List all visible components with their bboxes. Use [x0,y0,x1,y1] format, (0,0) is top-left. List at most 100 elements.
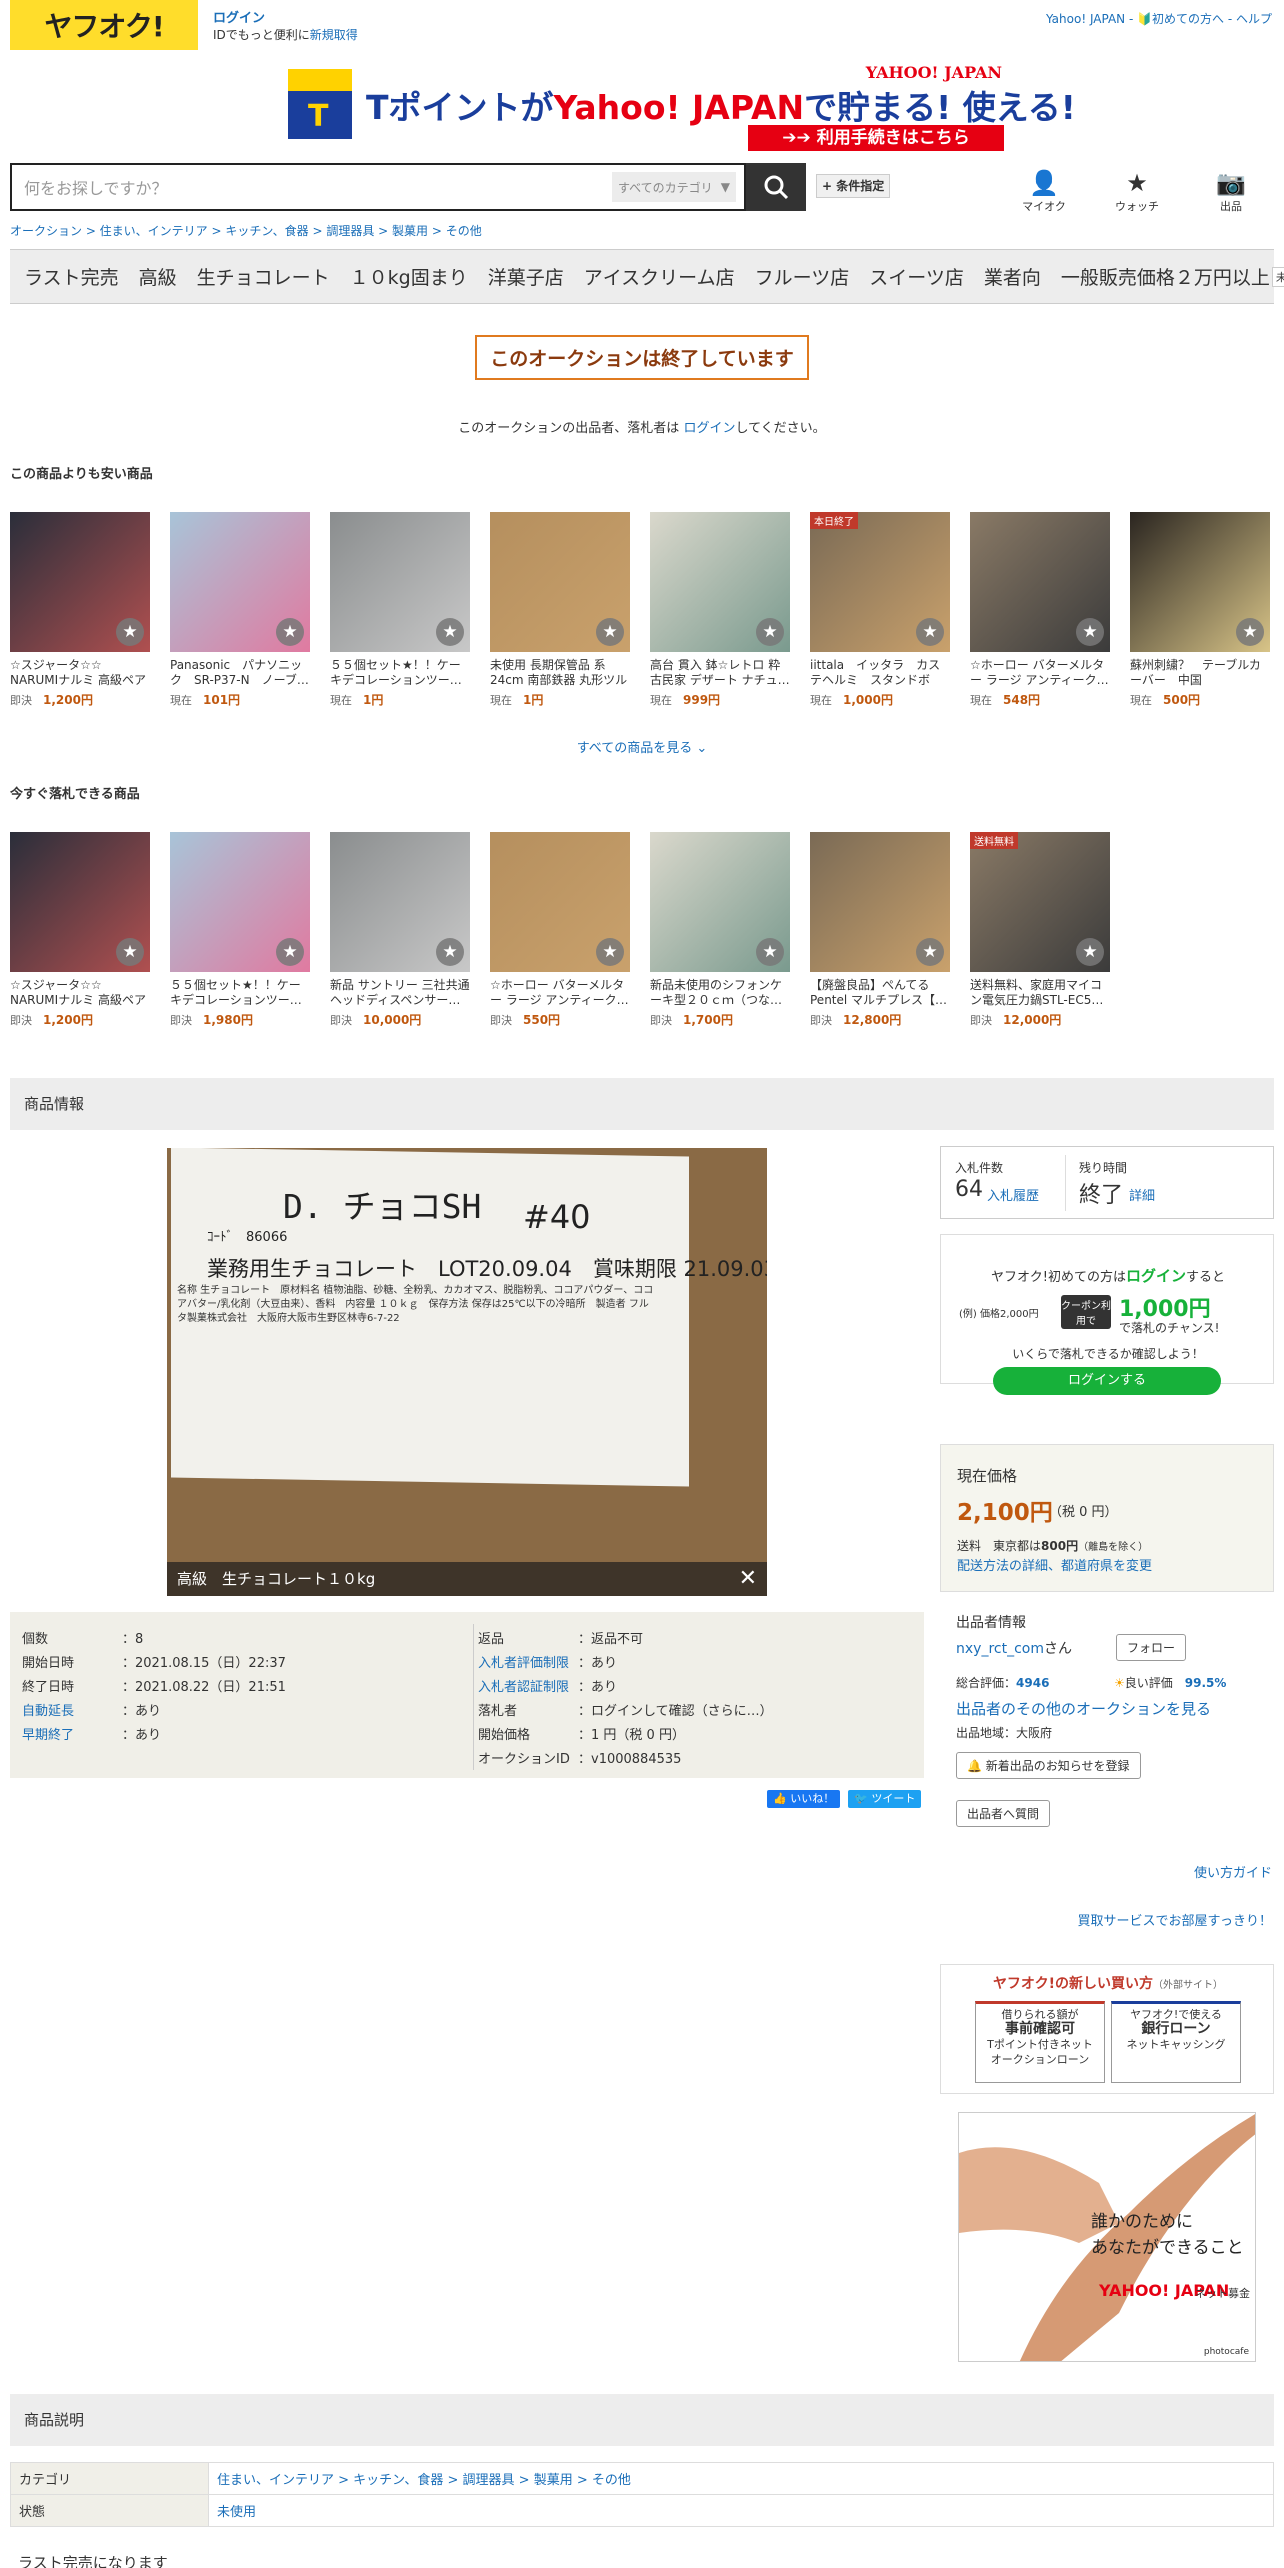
notify-button[interactable]: 🔔 新着出品のお知らせを登録 [956,1752,1141,1779]
yahuoku-logo[interactable]: ヤフオク! [10,0,198,50]
tag-item[interactable]: 洋菓子店 [488,263,564,290]
product-thumbnail[interactable]: ★ [170,832,310,972]
watch-star-icon[interactable]: ★ [116,938,144,966]
seller-others-link[interactable]: 出品者のその他のオークションを見る [956,1698,1211,1719]
bid-history-link[interactable]: 入札履歴 [987,1185,1039,1204]
watch-star-icon[interactable]: ★ [756,938,784,966]
product-card[interactable]: ★ 未使用 長期保管品 系24cm 南部鉄器 丸形ツル付… 現在 1円 [490,512,630,708]
breadcrumb[interactable]: オークション > 住まい、インテリア > キッチン、食器 > 調理器具 > 製菓… [10,222,482,239]
detail-key[interactable]: 自動延長 [22,1700,122,1719]
watch-star-icon[interactable]: ★ [276,618,304,646]
product-name[interactable]: 新品 サントリー 三社共通ヘッドディスペンサー… [330,978,470,1008]
state-value[interactable]: 未使用 [208,2494,1274,2527]
product-name[interactable]: ５５個セット★！！ケーキデコレーションツー… [330,658,470,688]
product-thumbnail[interactable]: ★ [650,512,790,652]
follow-button[interactable]: フォロー [1116,1634,1187,1661]
tag-item[interactable]: 一般販売価格２万円以上 [1061,263,1270,290]
product-name[interactable]: 【廃盤良品】ぺんてる Pentel マルチプレス【… [810,978,950,1008]
product-name[interactable]: ☆ホーロー バターメルター ラージ アンティーク… [490,978,630,1008]
tag-item[interactable]: 業者向 [984,263,1041,290]
product-name[interactable]: 蘇州刺繍？ テーブルカーバー 中国 [1130,658,1270,688]
watch-star-icon[interactable]: ★ [756,618,784,646]
login-link-inline[interactable]: ログイン [683,421,735,436]
product-name[interactable]: Panasonic パナソニック SR-P37-N ノーブ… [170,658,310,688]
product-thumbnail[interactable]: 本日終了 ★ [810,512,950,652]
product-card[interactable]: ★ ☆ホーロー バターメルター ラージ アンティーク… 即決 550円 [490,832,630,1028]
product-thumbnail[interactable]: ★ [170,512,310,652]
product-name[interactable]: 新品未使用のシフォンケーキ型２０ｃｍ（つな… [650,978,790,1008]
tag-item[interactable]: アイスクリーム店 [584,263,735,290]
product-card[interactable]: ★ 蘇州刺繍？ テーブルカーバー 中国 現在 500円 [1130,512,1270,708]
product-thumbnail[interactable]: ★ [970,512,1110,652]
category-select[interactable]: すべてのカテゴリ ▼ [612,172,736,202]
product-thumbnail[interactable]: ★ [330,512,470,652]
tag-item[interactable]: 生チョコレート [197,263,330,290]
product-card[interactable]: ★ ５５個セット★！！ケーキデコレーションツー… 即決 1,980円 [170,832,310,1028]
product-card[interactable]: ★ 新品未使用のシフォンケーキ型２０ｃｍ（つな… 即決 1,700円 [650,832,790,1028]
banner-cta[interactable]: ➔➔ 利用手続きはこちら [748,125,1004,151]
tag-item[interactable]: フルーツ店 [755,263,850,290]
detail-key[interactable]: 早期終了 [22,1724,122,1743]
product-card[interactable]: ★ ５５個セット★！！ケーキデコレーションツー… 現在 1円 [330,512,470,708]
detail-key[interactable]: 入札者評価制限 [478,1652,578,1671]
product-thumbnail[interactable]: ★ [650,832,790,972]
category-value[interactable]: 住まい、インテリア > キッチン、食器 > 調理器具 > 製菓用 > その他 [208,2462,1274,2495]
product-thumbnail[interactable]: ★ [490,832,630,972]
product-card[interactable]: ★ ☆スジャータ☆☆ NARUMIナルミ 高級ペアスー… 即決 1,200円 [10,512,150,708]
product-name[interactable]: iittala イッタラ カステヘルミ スタンドボー… [810,658,950,688]
watch-star-icon[interactable]: ★ [276,938,304,966]
product-name[interactable]: 高台 貫入 鉢☆レトロ 粋古民家 デザート ナチュ… [650,658,790,688]
watch-star-icon[interactable]: ★ [116,618,144,646]
main-product-image[interactable]: D. チョコSH #40 ｺｰﾄﾞ 86066 業務用生チョコレート LOT20… [167,1148,767,1596]
product-card[interactable]: 本日終了 ★ iittala イッタラ カステヘルミ スタンドボー… 現在 1,000… [810,512,950,708]
tag-item[interactable]: １０kg固まり [350,263,468,290]
product-card[interactable]: ★ 新品 サントリー 三社共通ヘッドディスペンサー… 即決 10,000円 [330,832,470,1028]
detail-link[interactable]: 詳細 [1129,1185,1155,1204]
seller-name-link[interactable]: nxy_rct_com [956,1641,1044,1657]
watch-star-icon[interactable]: ★ [436,618,464,646]
search-input[interactable]: 何をお探しですか？ [12,175,612,199]
mypage-button[interactable]: 👤 マイオク [1014,168,1074,214]
product-card[interactable]: ★ Panasonic パナソニック SR-P37-N ノーブ… 現在 101円 [170,512,310,708]
register-link[interactable]: 新規取得 [310,28,358,42]
tag-item[interactable]: 高級 [139,263,177,290]
sell-button[interactable]: 📷 出品 [1201,168,1261,214]
watch-star-icon[interactable]: ★ [916,938,944,966]
watch-star-icon[interactable]: ★ [1236,618,1264,646]
login-link[interactable]: ログイン [213,10,358,27]
product-card[interactable]: ★ 高台 貫入 鉢☆レトロ 粋古民家 デザート ナチュ… 現在 999円 [650,512,790,708]
product-thumbnail[interactable]: 送料無料 ★ [970,832,1110,972]
product-name[interactable]: ☆スジャータ☆☆ NARUMIナルミ 高級ペアスー… [10,978,150,1008]
close-icon[interactable]: ✕ [739,1562,757,1596]
detail-key[interactable]: 入札者認証制限 [478,1676,578,1695]
bank-loan-card[interactable]: ヤフオク!で使える 銀行ローン ネットキャッシング [1111,2001,1241,2083]
search-box[interactable]: 何をお探しですか？ すべてのカテゴリ ▼ [10,163,746,211]
tweet-button[interactable]: 🐦 ツイート [848,1790,922,1808]
product-thumbnail[interactable]: ★ [490,512,630,652]
product-name[interactable]: ☆ホーロー バターメルター ラージ アンティーク… [970,658,1110,688]
buyservice-link[interactable]: 買取サービスでお部屋すっきり！ [1078,1910,1272,1929]
product-card[interactable]: ★ ☆スジャータ☆☆ NARUMIナルミ 高級ペアスー… 即決 1,200円 [10,832,150,1028]
like-button[interactable]: 👍 いいね！ [767,1790,841,1808]
product-thumbnail[interactable]: ★ [330,832,470,972]
product-name[interactable]: ５５個セット★！！ケーキデコレーションツー… [170,978,310,1008]
product-name[interactable]: ☆スジャータ☆☆ NARUMIナルミ 高級ペアスー… [10,658,150,688]
tag-item[interactable]: ラスト完売 [24,263,119,290]
watch-star-icon[interactable]: ★ [1076,938,1104,966]
loan-card[interactable]: 借りられる額が 事前確認可 Tポイント付きネット オークションローン [975,2001,1105,2083]
see-all-link[interactable]: すべての商品を見る ⌄ [0,737,1284,756]
header-links[interactable]: Yahoo! JAPAN - 🔰初めての方へ - ヘルプ [1046,10,1272,27]
product-card[interactable]: ★ ☆ホーロー バターメルター ラージ アンティーク… 現在 548円 [970,512,1110,708]
tpoint-banner[interactable]: T TポイントがYahoo! JAPANで貯まる! 使える! YAHOO! JA… [288,63,1076,151]
charity-ad[interactable]: 誰かのために あなたができること YAHOO! JAPAN ネット募金 photo… [958,2112,1256,2362]
product-card[interactable]: 送料無料 ★ 送料無料、家庭用マイコン電気圧力鍋STL-EC5… 即決 12,000円 [970,832,1110,1028]
promo-login-button[interactable]: ログインする [993,1367,1221,1395]
product-name[interactable]: 未使用 長期保管品 系24cm 南部鉄器 丸形ツル付… [490,658,630,688]
condition-button[interactable]: + 条件指定 [816,174,891,198]
product-thumbnail[interactable]: ★ [10,512,150,652]
tag-item[interactable]: スイーツ店 [869,263,964,290]
question-button[interactable]: 出品者へ質問 [956,1800,1051,1827]
product-card[interactable]: ★ 【廃盤良品】ぺんてる Pentel マルチプレス【… 即決 12,800円 [810,832,950,1028]
product-thumbnail[interactable]: ★ [810,832,950,972]
rating-link[interactable]: 4946 [1016,1676,1049,1690]
